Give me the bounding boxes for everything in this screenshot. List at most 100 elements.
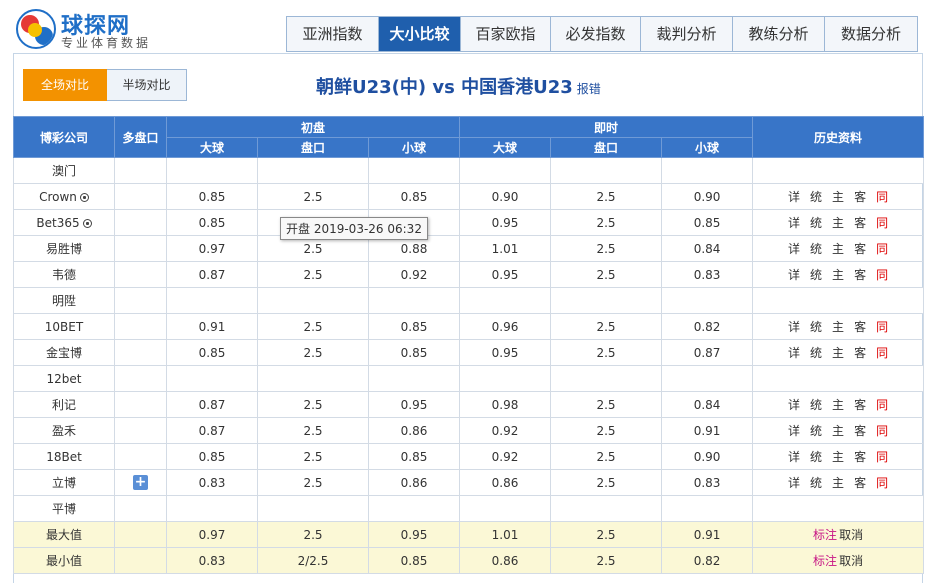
company-name[interactable]: 韦德 — [13, 261, 115, 288]
history-link[interactable]: 同 — [876, 422, 888, 439]
empty-cell — [661, 287, 754, 314]
nav-tab[interactable]: 教练分析 — [733, 17, 825, 51]
history-link[interactable]: 同 — [876, 344, 888, 361]
history-link[interactable]: 详 — [788, 422, 800, 439]
empty-cell — [661, 157, 754, 184]
history-link[interactable]: 主 — [832, 188, 844, 205]
history-link[interactable]: 客 — [854, 188, 866, 205]
stat-row: 最大值 0.97 2.5 0.95 1.01 2.5 0.91 标注 取消 — [13, 521, 925, 548]
company-name[interactable]: 金宝博 — [13, 339, 115, 366]
history-link[interactable]: 详 — [788, 318, 800, 335]
cancel-link[interactable]: 取消 — [839, 526, 863, 543]
empty-cell — [752, 287, 925, 314]
history-link[interactable]: 主 — [832, 344, 844, 361]
history-link[interactable]: 同 — [876, 266, 888, 283]
nav-tab[interactable]: 大小比较 — [379, 17, 461, 51]
history-link[interactable]: 主 — [832, 474, 844, 491]
history-link[interactable]: 详 — [788, 240, 800, 257]
company-name[interactable]: 10BET — [13, 313, 115, 340]
live-odds-cell: 0.86 — [459, 469, 552, 496]
history-link[interactable]: 统 — [810, 214, 822, 231]
history-link[interactable]: 同 — [876, 318, 888, 335]
history-link[interactable]: 客 — [854, 214, 866, 231]
history-link[interactable]: 统 — [810, 448, 822, 465]
company-name[interactable]: Bet365 — [13, 209, 115, 236]
initial-odds-cell: 0.85 — [367, 183, 461, 210]
company-name[interactable]: 利记 — [13, 391, 115, 418]
history-link[interactable]: 统 — [810, 344, 822, 361]
history-link[interactable]: 客 — [854, 474, 866, 491]
initial-odds-cell: 0.85 — [166, 443, 258, 470]
company-name[interactable]: 易胜博 — [13, 235, 115, 262]
nav-tab[interactable]: 必发指数 — [551, 17, 641, 51]
initial-odds-cell: 0.83 — [166, 547, 258, 574]
history-link[interactable]: 详 — [788, 448, 800, 465]
history-link[interactable]: 客 — [854, 448, 866, 465]
history-link[interactable]: 统 — [810, 240, 822, 257]
history-link[interactable]: 统 — [810, 474, 822, 491]
history-link[interactable]: 客 — [854, 396, 866, 413]
empty-cell — [459, 157, 552, 184]
history-link[interactable]: 统 — [810, 318, 822, 335]
live-odds-cell: 0.96 — [459, 313, 552, 340]
initial-odds-cell: 0.92 — [367, 261, 461, 288]
multi-cell — [114, 209, 167, 236]
nav-tab[interactable]: 亚洲指数 — [287, 17, 379, 51]
period-toggle: 全场对比 半场对比 — [23, 69, 187, 101]
history-link[interactable]: 主 — [832, 240, 844, 257]
live-odds-cell: 0.98 — [459, 391, 552, 418]
report-error-link[interactable]: 报错 — [577, 82, 601, 96]
history-link[interactable]: 客 — [854, 266, 866, 283]
company-name[interactable]: 18Bet — [13, 443, 115, 470]
history-link[interactable]: 详 — [788, 474, 800, 491]
history-link[interactable]: 同 — [876, 188, 888, 205]
site-logo[interactable]: 球探网 专业体育数据 — [16, 8, 166, 50]
history-link[interactable]: 详 — [788, 266, 800, 283]
live-odds-cell: 0.91 — [661, 521, 754, 548]
half-match-button[interactable]: 半场对比 — [107, 69, 187, 101]
company-label: 最小值 — [45, 554, 82, 568]
history-link[interactable]: 主 — [832, 266, 844, 283]
nav-tab[interactable]: 百家欧指 — [461, 17, 551, 51]
nav-tab[interactable]: 裁判分析 — [641, 17, 733, 51]
history-link[interactable]: 主 — [832, 396, 844, 413]
history-link[interactable]: 主 — [832, 448, 844, 465]
history-link[interactable]: 详 — [788, 188, 800, 205]
expand-plus-icon[interactable]: + — [133, 475, 148, 490]
empty-cell — [166, 157, 258, 184]
table-row: 10BET 0.91 2.5 0.85 0.96 2.5 0.82 详统主客同 — [13, 313, 925, 340]
company-name[interactable]: 立博 — [13, 469, 115, 496]
mark-link[interactable]: 标注 — [813, 552, 837, 569]
history-link[interactable]: 统 — [810, 422, 822, 439]
history-link[interactable]: 客 — [854, 240, 866, 257]
history-link[interactable]: 主 — [832, 214, 844, 231]
history-link[interactable]: 统 — [810, 266, 822, 283]
history-link[interactable]: 同 — [876, 214, 888, 231]
history-link[interactable]: 详 — [788, 214, 800, 231]
cancel-link[interactable]: 取消 — [839, 552, 863, 569]
history-link[interactable]: 同 — [876, 474, 888, 491]
history-link[interactable]: 详 — [788, 344, 800, 361]
history-link[interactable]: 同 — [876, 396, 888, 413]
history-link[interactable]: 同 — [876, 448, 888, 465]
empty-cell — [752, 495, 925, 522]
history-link[interactable]: 主 — [832, 422, 844, 439]
live-odds-cell: 2.5 — [550, 183, 663, 210]
history-link[interactable]: 统 — [810, 396, 822, 413]
history-link[interactable]: 同 — [876, 240, 888, 257]
history-link[interactable]: 客 — [854, 318, 866, 335]
group-name: 明陞 — [13, 287, 115, 314]
history-link[interactable]: 详 — [788, 396, 800, 413]
history-link[interactable]: 主 — [832, 318, 844, 335]
history-link[interactable]: 统 — [810, 188, 822, 205]
company-name[interactable]: 盈禾 — [13, 417, 115, 444]
nav-tab[interactable]: 数据分析 — [825, 17, 917, 51]
initial-odds-cell: 0.87 — [166, 417, 258, 444]
multi-cell[interactable]: + — [114, 469, 167, 496]
live-odds-cell: 2.5 — [550, 313, 663, 340]
company-name[interactable]: Crown — [13, 183, 115, 210]
history-link[interactable]: 客 — [854, 422, 866, 439]
full-match-button[interactable]: 全场对比 — [23, 69, 107, 101]
mark-link[interactable]: 标注 — [813, 526, 837, 543]
history-link[interactable]: 客 — [854, 344, 866, 361]
